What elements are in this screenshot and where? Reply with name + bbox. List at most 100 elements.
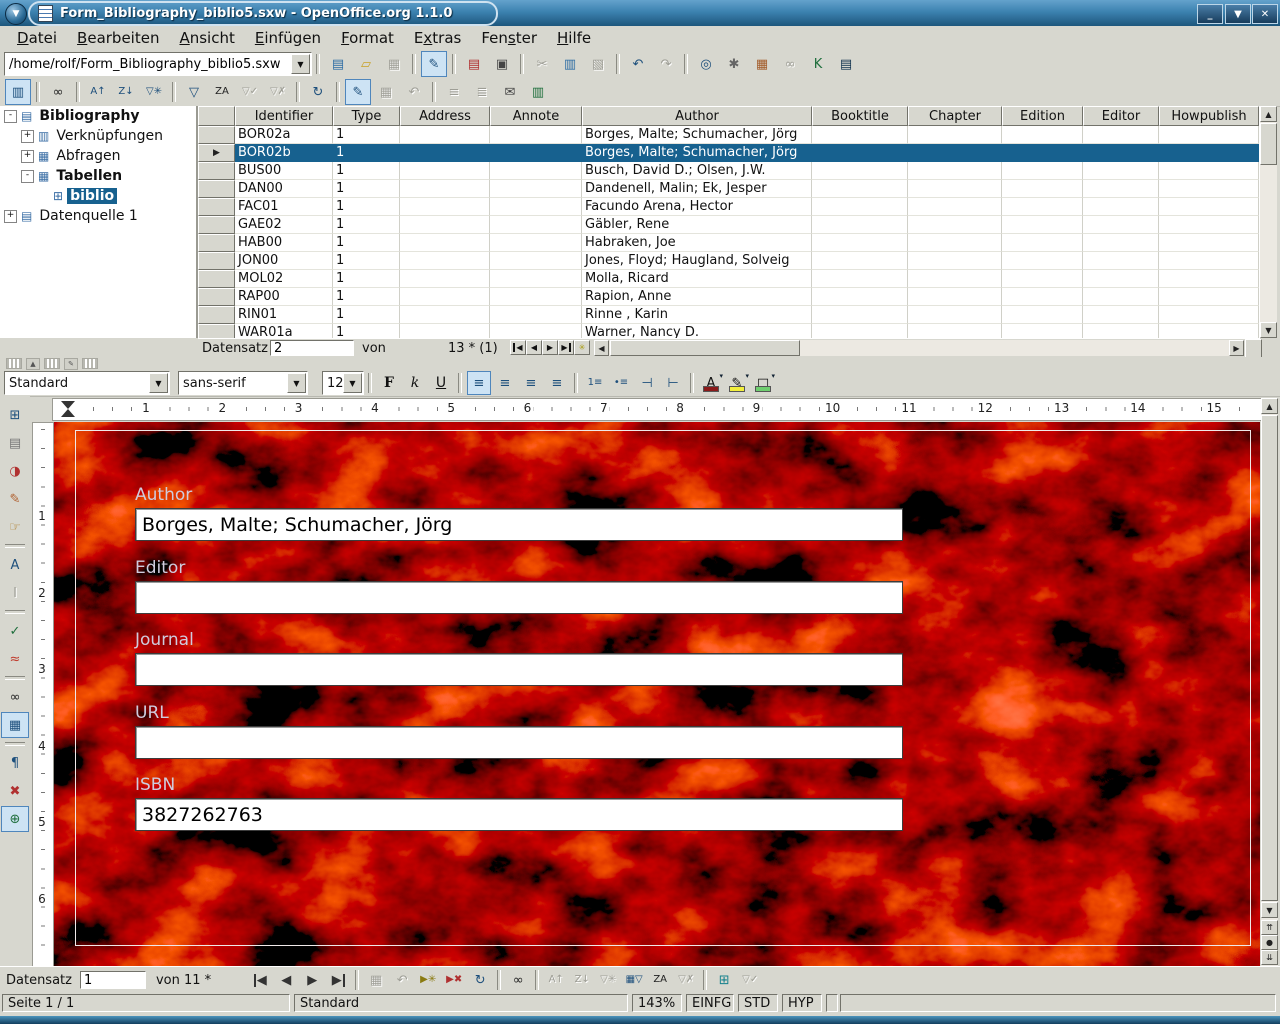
table-cell[interactable]: Rapion, Anne bbox=[582, 288, 812, 306]
table-cell[interactable] bbox=[490, 198, 582, 216]
table-cell[interactable] bbox=[1159, 306, 1259, 324]
table-cell[interactable] bbox=[1083, 252, 1159, 270]
autofilter-icon[interactable]: ▽✳ bbox=[141, 79, 167, 105]
table-cell[interactable] bbox=[908, 180, 1002, 198]
row-header[interactable] bbox=[198, 270, 235, 288]
open-document-icon[interactable]: ▱ bbox=[353, 51, 379, 77]
last-record-icon[interactable]: ▶ bbox=[558, 340, 574, 355]
stylist-icon[interactable]: ✱ bbox=[721, 51, 747, 77]
paragraph-style-value[interactable]: Standard bbox=[5, 376, 149, 391]
row-header[interactable] bbox=[198, 234, 235, 252]
auto-spellcheck-icon[interactable]: ≈ bbox=[1, 646, 29, 672]
font-color-button-dropdown[interactable]: ▾ bbox=[719, 372, 723, 380]
scrollbar-thumb[interactable] bbox=[1261, 415, 1278, 901]
insert-table-icon[interactable]: ⊞ bbox=[1, 402, 29, 428]
italic-button[interactable]: k bbox=[403, 371, 427, 395]
table-cell[interactable] bbox=[1002, 126, 1083, 144]
table-cell[interactable]: RAP00 bbox=[235, 288, 333, 306]
find-replace-icon[interactable]: ∞ bbox=[1, 684, 29, 710]
menu-bearbeiten[interactable]: Bearbeiten bbox=[68, 28, 168, 48]
refresh-icon[interactable]: ↻ bbox=[305, 79, 331, 105]
expand-icon[interactable]: + bbox=[21, 130, 34, 143]
export-pdf-icon[interactable]: ▤ bbox=[461, 51, 487, 77]
table-cell[interactable]: HAB00 bbox=[235, 234, 333, 252]
table-cell[interactable] bbox=[1159, 144, 1259, 162]
record-number-input[interactable] bbox=[80, 971, 146, 989]
table-cell[interactable] bbox=[812, 126, 908, 144]
form-field-url[interactable] bbox=[135, 726, 903, 759]
next-record-icon[interactable]: ▶ bbox=[300, 968, 324, 992]
table-cell[interactable] bbox=[908, 288, 1002, 306]
table-cell[interactable] bbox=[1002, 252, 1083, 270]
undo-data-entry-icon[interactable]: ↶ bbox=[401, 79, 427, 105]
column-header-address[interactable]: Address bbox=[400, 106, 490, 126]
column-header-chapter[interactable]: Chapter bbox=[908, 106, 1002, 126]
scroll-up-icon[interactable]: ▲ bbox=[1261, 398, 1278, 414]
menu-format[interactable]: Format bbox=[332, 28, 403, 48]
decrease-indent-button[interactable]: ⊣ bbox=[635, 371, 659, 395]
table-cell[interactable] bbox=[490, 270, 582, 288]
table-cell[interactable] bbox=[812, 252, 908, 270]
scrollbar-thumb[interactable] bbox=[1260, 123, 1277, 165]
tree-item-bibliography[interactable]: -▤Bibliography bbox=[0, 106, 196, 126]
table-cell[interactable]: 1 bbox=[333, 144, 400, 162]
table-cell[interactable] bbox=[812, 216, 908, 234]
table-cell[interactable] bbox=[908, 270, 1002, 288]
insert-icon[interactable]: ▤ bbox=[1, 430, 29, 456]
table-cell[interactable] bbox=[1083, 234, 1159, 252]
collapse-arrow-icon[interactable]: ▲ bbox=[26, 358, 40, 370]
table-cell[interactable] bbox=[812, 306, 908, 324]
expand-icon[interactable]: + bbox=[4, 210, 17, 223]
scroll-left-icon[interactable]: ◀ bbox=[594, 340, 609, 356]
size-dropdown-button[interactable]: ▼ bbox=[343, 373, 362, 393]
table-cell[interactable] bbox=[812, 324, 908, 338]
status-hyperlink-mode[interactable]: HYP bbox=[782, 994, 822, 1012]
table-cell[interactable]: Facundo Arena, Hector bbox=[582, 198, 812, 216]
table-corner-header[interactable] bbox=[198, 106, 235, 126]
table-row[interactable]: BUS001Busch, David D.; Olsen, J.W. bbox=[198, 162, 1260, 180]
minimize-button[interactable]: _ bbox=[1197, 4, 1223, 24]
table-cell[interactable] bbox=[1002, 306, 1083, 324]
data-to-fields-icon[interactable]: ≣ bbox=[469, 79, 495, 105]
table-row[interactable]: HAB001Habraken, Joe bbox=[198, 234, 1260, 252]
table-cell[interactable] bbox=[1159, 288, 1259, 306]
menu-ansicht[interactable]: Ansicht bbox=[170, 28, 243, 48]
font-name-value[interactable]: sans-serif bbox=[179, 376, 287, 391]
table-cell[interactable]: Dandenell, Malin; Ek, Jesper bbox=[582, 180, 812, 198]
last-record-icon[interactable]: ▶ bbox=[326, 968, 350, 992]
draw-functions-icon[interactable]: ✎ bbox=[1, 486, 29, 512]
table-cell[interactable] bbox=[908, 126, 1002, 144]
table-cell[interactable] bbox=[490, 234, 582, 252]
table-cell[interactable] bbox=[400, 324, 490, 338]
table-cell[interactable]: BOR02b bbox=[235, 144, 333, 162]
form-functions-icon[interactable]: ☞ bbox=[1, 514, 29, 540]
table-cell[interactable]: 1 bbox=[333, 324, 400, 338]
paste-icon[interactable]: ▧ bbox=[585, 51, 611, 77]
online-layout-icon[interactable]: ⊕ bbox=[1, 806, 29, 832]
menu-extras[interactable]: Extras bbox=[405, 28, 470, 48]
pen-icon[interactable]: ✎ bbox=[64, 358, 78, 370]
first-record-icon[interactable]: ◀ bbox=[248, 968, 272, 992]
redo-icon[interactable]: ↷ bbox=[653, 51, 679, 77]
apply-filter-icon[interactable]: ▽✓ bbox=[237, 79, 263, 105]
table-cell[interactable] bbox=[812, 234, 908, 252]
table-cell[interactable] bbox=[908, 162, 1002, 180]
table-cell[interactable] bbox=[812, 270, 908, 288]
refresh-icon[interactable]: ↻ bbox=[468, 968, 492, 992]
table-row[interactable]: RIN011Rinne , Karin bbox=[198, 306, 1260, 324]
sort-ascending-icon[interactable]: A↑ bbox=[85, 79, 111, 105]
data-sources-toggle-icon[interactable]: ▦ bbox=[1, 712, 29, 738]
table-cell[interactable] bbox=[812, 144, 908, 162]
mail-merge-icon[interactable]: ✉ bbox=[497, 79, 523, 105]
table-cell[interactable] bbox=[490, 144, 582, 162]
table-vertical-scrollbar[interactable]: ▲ ▼ bbox=[1260, 106, 1277, 338]
table-cell[interactable]: 1 bbox=[333, 252, 400, 270]
table-cell[interactable] bbox=[490, 180, 582, 198]
next-record-icon[interactable]: ▶ bbox=[542, 340, 558, 355]
form-field-isbn[interactable] bbox=[135, 798, 903, 831]
tree-item-verknüpfungen[interactable]: +▥Verknüpfungen bbox=[0, 126, 196, 146]
table-cell[interactable] bbox=[1083, 126, 1159, 144]
spellcheck-icon[interactable]: ✓ bbox=[1, 618, 29, 644]
table-cell[interactable] bbox=[1083, 324, 1159, 338]
explorer-toggle-icon[interactable]: ▥ bbox=[5, 79, 31, 105]
